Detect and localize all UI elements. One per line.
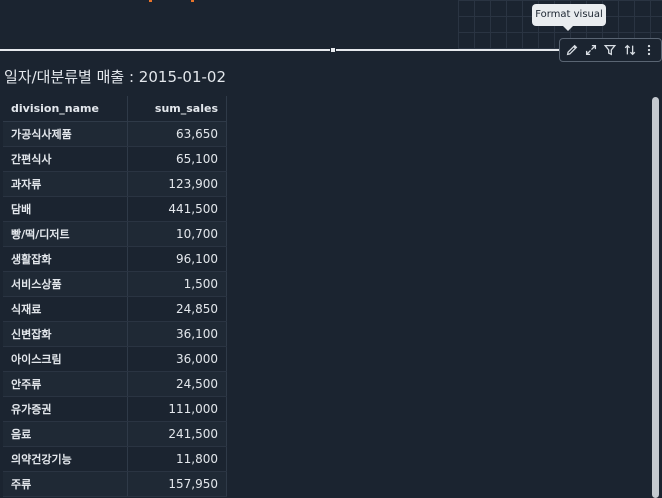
- sum-sales-cell: 24,500: [127, 371, 227, 397]
- sort-icon: [624, 44, 636, 56]
- orange-mark: [191, 0, 194, 2]
- visual-title: 일자/대분류별 매출 : 2015-01-02: [4, 68, 226, 86]
- division-name-cell: 과자류: [3, 171, 128, 197]
- resize-handle[interactable]: [330, 47, 336, 53]
- sum-sales-cell: 1,500: [127, 271, 227, 297]
- sum-sales-cell: 157,950: [127, 471, 227, 497]
- division-name-cell: 주류: [3, 471, 128, 497]
- sum-sales-cell: 36,100: [127, 321, 227, 347]
- sum-sales-cell: 241,500: [127, 421, 227, 447]
- expand-button[interactable]: [582, 41, 600, 59]
- table-header-row: division_name sum_sales: [3, 96, 227, 122]
- sum-sales-cell: 441,500: [127, 196, 227, 222]
- column-header-division-name[interactable]: division_name: [3, 96, 128, 122]
- filter-icon: [604, 44, 617, 56]
- tooltip-arrow: [563, 26, 573, 31]
- division-name-cell: 안주류: [3, 371, 128, 397]
- table-row[interactable]: 과자류 123,900: [3, 171, 227, 197]
- sum-sales-cell: 96,100: [127, 246, 227, 272]
- sort-button[interactable]: [621, 41, 639, 59]
- sum-sales-cell: 63,650: [127, 121, 227, 147]
- division-name-cell: 서비스상품: [3, 271, 128, 297]
- table-row[interactable]: 담배 441,500: [3, 196, 227, 222]
- division-name-cell: 생활잡화: [3, 246, 128, 272]
- sum-sales-cell: 10,700: [127, 221, 227, 247]
- table-row[interactable]: 간편식사 65,100: [3, 146, 227, 172]
- division-name-cell: 음료: [3, 421, 128, 447]
- visual-toolbar: [559, 38, 662, 62]
- more-options-button[interactable]: [640, 41, 658, 59]
- column-header-sum-sales[interactable]: sum_sales: [127, 96, 227, 122]
- division-name-cell: 간편식사: [3, 146, 128, 172]
- division-name-cell: 신변잡화: [3, 321, 128, 347]
- table-row[interactable]: 식재료 24,850: [3, 296, 227, 322]
- orange-mark: [149, 0, 152, 2]
- more-icon: [648, 44, 651, 56]
- table-row[interactable]: 신변잡화 36,100: [3, 321, 227, 347]
- division-name-cell: 의약건강기능: [3, 446, 128, 472]
- division-name-cell: 담배: [3, 196, 128, 222]
- sum-sales-cell: 123,900: [127, 171, 227, 197]
- sum-sales-cell: 65,100: [127, 146, 227, 172]
- table-row[interactable]: 서비스상품 1,500: [3, 271, 227, 297]
- division-name-cell: 가공식사제품: [3, 121, 128, 147]
- format-visual-button[interactable]: [563, 41, 581, 59]
- table-row[interactable]: 주류 157,950: [3, 471, 227, 497]
- division-name-cell: 식재료: [3, 296, 128, 322]
- sum-sales-cell: 36,000: [127, 346, 227, 372]
- expand-icon: [586, 44, 597, 56]
- division-name-cell: 아이스크림: [3, 346, 128, 372]
- format-visual-tooltip: Format visual: [532, 4, 606, 26]
- division-name-cell: 유가증권: [3, 396, 128, 422]
- table-row[interactable]: 의약건강기능 11,800: [3, 446, 227, 472]
- vertical-scrollbar-thumb[interactable]: [652, 97, 659, 498]
- sum-sales-cell: 11,800: [127, 446, 227, 472]
- table-row[interactable]: 안주류 24,500: [3, 371, 227, 397]
- table-row[interactable]: 빵/떡/디저트 10,700: [3, 221, 227, 247]
- data-table: division_name sum_sales 가공식사제품 63,650 간편식…: [3, 96, 227, 497]
- table-row[interactable]: 음료 241,500: [3, 421, 227, 447]
- sum-sales-cell: 24,850: [127, 296, 227, 322]
- pencil-icon: [566, 44, 577, 56]
- sum-sales-cell: 111,000: [127, 396, 227, 422]
- table-row[interactable]: 유가증권 111,000: [3, 396, 227, 422]
- table-row[interactable]: 생활잡화 96,100: [3, 246, 227, 272]
- division-name-cell: 빵/떡/디저트: [3, 221, 128, 247]
- table-row[interactable]: 아이스크림 36,000: [3, 346, 227, 372]
- filter-button[interactable]: [601, 41, 619, 59]
- table-row[interactable]: 가공식사제품 63,650: [3, 121, 227, 147]
